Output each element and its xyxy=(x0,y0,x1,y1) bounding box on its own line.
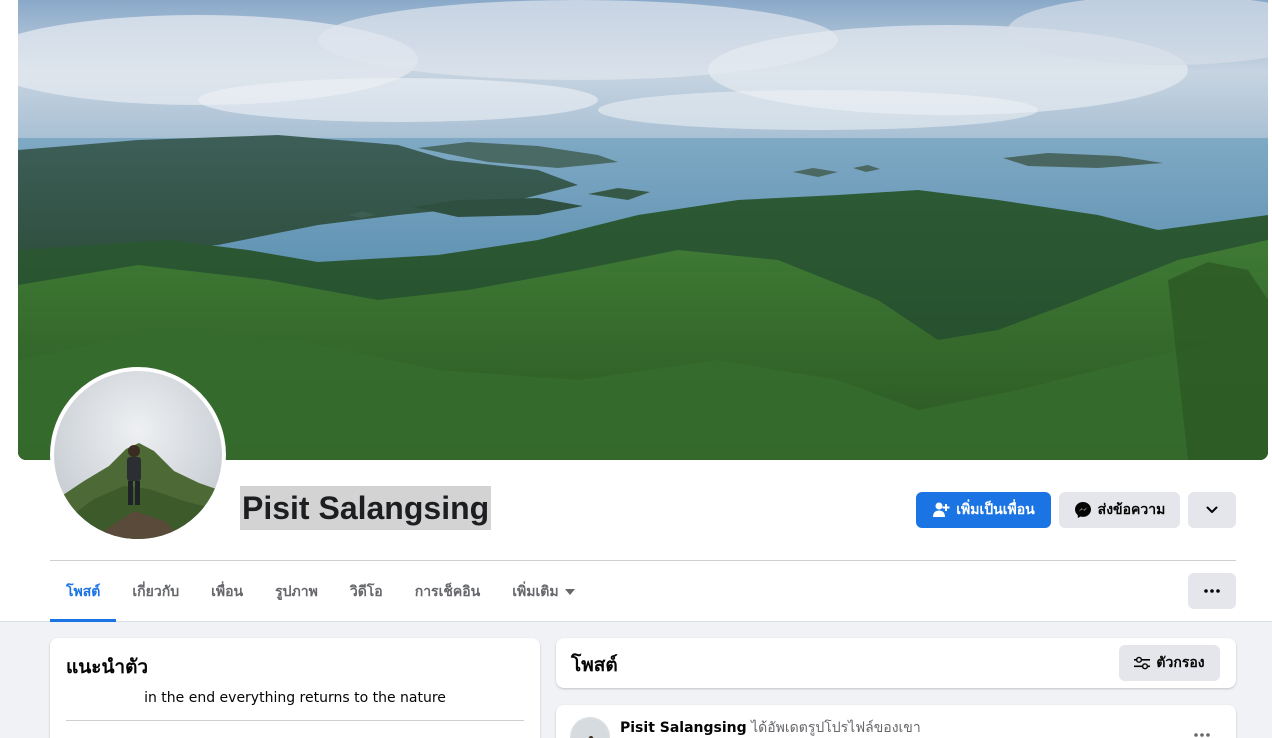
avatar-photo xyxy=(54,371,222,539)
tab-friends[interactable]: เพื่อน xyxy=(195,562,259,621)
tab-more-label: เพิ่มเติม xyxy=(512,583,559,600)
cover-photo[interactable] xyxy=(18,0,1268,460)
filter-label: ตัวกรอง xyxy=(1156,655,1205,671)
tab-about[interactable]: เกี่ยวกับ xyxy=(116,562,195,621)
post-options-button[interactable] xyxy=(1186,719,1218,738)
profile-name: Pisit Salangsing xyxy=(240,486,492,530)
tab-photos[interactable]: รูปภาพ xyxy=(259,562,334,621)
tab-videos[interactable]: วิดีโอ xyxy=(334,562,399,621)
intro-card: แนะนำตัว in the end everything returns t… xyxy=(50,638,540,738)
chevron-down-icon xyxy=(1205,503,1219,517)
tab-checkins[interactable]: การเช็คอิน xyxy=(399,562,497,621)
intro-title: แนะนำตัว xyxy=(66,656,149,678)
header-divider xyxy=(50,560,1236,561)
caret-down-icon xyxy=(564,588,575,595)
add-friend-label: เพิ่มเป็นเพื่อน xyxy=(956,502,1035,518)
profile-avatar[interactable] xyxy=(54,371,222,539)
posts-header-card: โพสต์ ตัวกรอง xyxy=(556,638,1236,688)
messenger-icon xyxy=(1074,501,1092,519)
message-button[interactable]: ส่งข้อความ xyxy=(1059,492,1180,528)
filter-sliders-icon xyxy=(1134,656,1151,670)
profile-options-button[interactable] xyxy=(1188,492,1236,528)
add-friend-button[interactable]: เพิ่มเป็นเพื่อน xyxy=(916,492,1051,528)
tab-posts[interactable]: โพสต์ xyxy=(50,562,117,622)
post-avatar-photo xyxy=(571,718,609,738)
ellipsis-icon xyxy=(1204,589,1220,593)
profile-tabs: โพสต์ เกี่ยวกับ เพื่อน รูปภาพ วิดีโอ การ… xyxy=(50,562,591,622)
person-add-icon xyxy=(932,501,950,519)
ellipsis-icon xyxy=(1194,733,1210,737)
intro-bio: in the end everything returns to the nat… xyxy=(144,690,446,706)
message-label: ส่งข้อความ xyxy=(1097,502,1166,518)
post-header: Pisit Salangsing ได้อัพเดตรูปโปรไฟล์ของเ… xyxy=(620,717,921,738)
cover-landscape-image xyxy=(18,0,1268,460)
tabs-more-options-button[interactable] xyxy=(1188,573,1236,609)
filter-button[interactable]: ตัวกรอง xyxy=(1119,645,1220,681)
intro-divider xyxy=(66,720,524,721)
tab-more[interactable]: เพิ่มเติม xyxy=(496,562,590,621)
post-action-text: ได้อัพเดตรูปโปรไฟล์ของเขา xyxy=(751,720,921,736)
post-author-avatar[interactable] xyxy=(570,717,610,738)
post-card: Pisit Salangsing ได้อัพเดตรูปโปรไฟล์ของเ… xyxy=(556,705,1236,738)
posts-title: โพสต์ xyxy=(571,654,618,676)
post-author-name[interactable]: Pisit Salangsing xyxy=(620,720,747,736)
